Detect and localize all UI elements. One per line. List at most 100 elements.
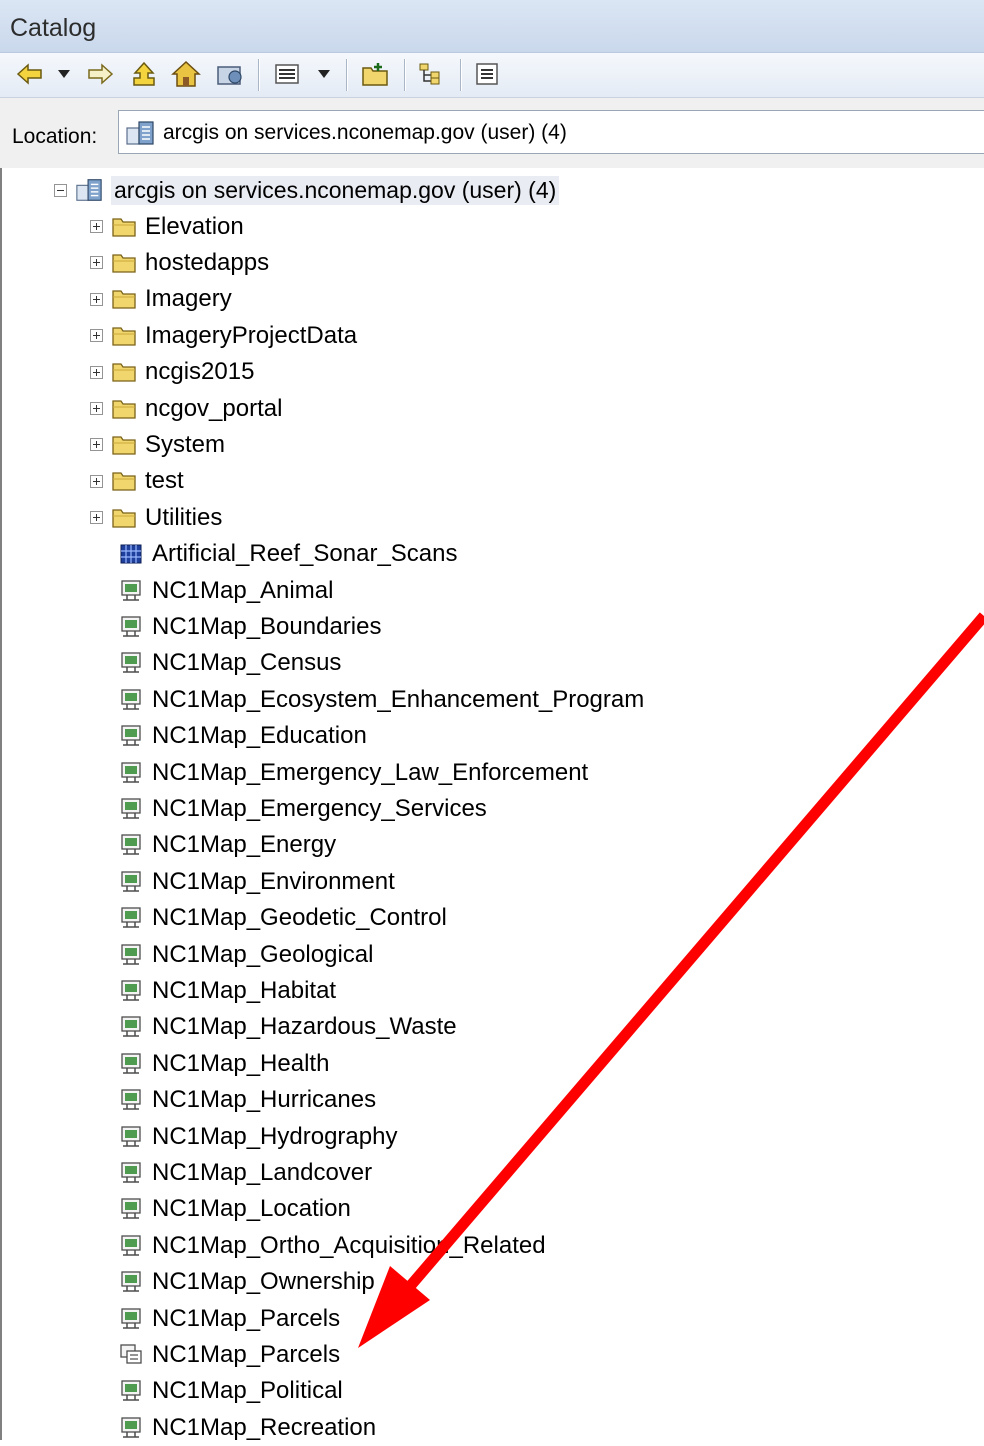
map-service-icon (121, 725, 141, 746)
expand-toggle[interactable] (90, 365, 103, 379)
expand-toggle[interactable] (90, 438, 103, 452)
tree-item-label: ncgov_portal (145, 394, 283, 422)
expand-toggle[interactable] (90, 256, 103, 270)
tree-service-nc1map-hydrography[interactable]: NC1Map_Hydrography (118, 1119, 397, 1155)
toolbar-separator (346, 59, 348, 91)
map-service-icon (121, 1380, 141, 1402)
tree-item-label: NC1Map_Ownership (152, 1268, 375, 1296)
folder-icon (112, 436, 136, 455)
map-service-icon (121, 1089, 141, 1110)
map-service-icon (121, 1125, 141, 1147)
tree-service-nc1map-energy[interactable]: NC1Map_Energy (118, 827, 336, 863)
tree-folder-imagery[interactable]: Imagery (90, 281, 232, 317)
toolbar-separator (404, 59, 406, 91)
back-icon[interactable] (14, 59, 46, 89)
tree-item-label: NC1Map_Education (152, 722, 367, 750)
tree-service-nc1map-hazardous-waste[interactable]: NC1Map_Hazardous_Waste (118, 1009, 457, 1045)
tree-item-label: NC1Map_Census (152, 649, 342, 677)
tree-service-nc1map-education[interactable]: NC1Map_Education (118, 718, 367, 754)
tree-service-nc1map-emergency-law-enforcement[interactable]: NC1Map_Emergency_Law_Enforcement (118, 755, 588, 791)
tree-item-label: NC1Map_Political (152, 1377, 343, 1405)
home-icon[interactable] (170, 59, 202, 89)
tree-item-label: NC1Map_Hurricanes (152, 1086, 377, 1114)
toggle-tree-icon[interactable] (414, 59, 448, 89)
tree-service-nc1map-location[interactable]: NC1Map_Location (118, 1191, 351, 1227)
tree-service-nc1map-landcover[interactable]: NC1Map_Landcover (118, 1155, 372, 1191)
tree-item-label: NC1Map_Parcels (152, 1304, 341, 1332)
folder-icon (112, 363, 136, 382)
tree-service-nc1map-geodetic-control[interactable]: NC1Map_Geodetic_Control (118, 900, 447, 936)
tree-service-nc1map-ownership[interactable]: NC1Map_Ownership (118, 1264, 375, 1300)
tree-item-label: NC1Map_Ortho_Acquisition_Related (152, 1231, 546, 1259)
tree-item-label: NC1Map_Habitat (152, 976, 337, 1004)
tree-folder-test[interactable]: test (90, 463, 184, 499)
location-field[interactable]: arcgis on services.nconemap.gov (user) (… (118, 110, 984, 154)
collapse-toggle[interactable] (54, 183, 67, 197)
tree-service-nc1map-census[interactable]: NC1Map_Census (118, 645, 341, 681)
tree-item-label: ncgis2015 (145, 358, 255, 386)
tree-service-nc1map-parcels[interactable]: NC1Map_Parcels (118, 1301, 340, 1337)
location-value: arcgis on services.nconemap.gov (user) (… (163, 121, 567, 144)
tree-service-nc1map-environment[interactable]: NC1Map_Environment (118, 864, 395, 900)
tree-root-node[interactable]: arcgis on services.nconemap.gov (user) (… (54, 172, 560, 208)
map-service-icon (121, 834, 141, 856)
expand-toggle[interactable] (90, 511, 103, 525)
forward-icon[interactable] (84, 59, 116, 89)
tree-service-nc1map-geological[interactable]: NC1Map_Geological (118, 937, 373, 973)
tree-item-label: test (145, 467, 184, 495)
views-icon[interactable] (270, 59, 304, 89)
tree-service-nc1map-ecosystem-enhancement-program[interactable]: NC1Map_Ecosystem_Enhancement_Program (118, 682, 644, 718)
expand-toggle[interactable] (90, 474, 103, 488)
folder-icon (112, 290, 136, 309)
tree-service-nc1map-hurricanes[interactable]: NC1Map_Hurricanes (118, 1082, 376, 1118)
tree-item-label: NC1Map_Hazardous_Waste (152, 1013, 457, 1041)
views-dropdown-icon[interactable] (312, 59, 336, 89)
map-service-icon (121, 1198, 141, 1220)
up-one-level-icon[interactable] (128, 59, 160, 89)
catalog-tree[interactable]: arcgis on services.nconemap.gov (user) (… (0, 168, 984, 1441)
tree-service-nc1map-political[interactable]: NC1Map_Political (118, 1373, 343, 1409)
dropdown-arrow-icon[interactable] (54, 59, 74, 89)
tree-service-nc1map-boundaries[interactable]: NC1Map_Boundaries (118, 609, 381, 645)
tree-service-nc1map-ortho-acquisition-related[interactable]: NC1Map_Ortho_Acquisition_Related (118, 1228, 546, 1264)
tree-item-label: NC1Map_Location (152, 1195, 351, 1223)
options-icon[interactable] (470, 59, 504, 89)
folder-icon (112, 327, 136, 346)
tree-folder-imageryprojectdata[interactable]: ImageryProjectData (90, 318, 357, 354)
map-service-icon (121, 579, 141, 601)
tree-service-nc1map-recreation[interactable]: NC1Map_Recreation (118, 1410, 376, 1446)
connect-folder-icon[interactable] (214, 59, 246, 89)
tree-root-label: arcgis on services.nconemap.gov (user) (… (111, 175, 560, 205)
tree-image-service-artificial-reef-sonar-scans[interactable]: Artificial_Reef_Sonar_Scans (118, 536, 458, 572)
tree-service-nc1map-animal[interactable]: NC1Map_Animal (118, 573, 333, 609)
map-service-icon (121, 616, 141, 637)
tree-service-nc1map-emergency-services[interactable]: NC1Map_Emergency_Services (118, 791, 487, 827)
tree-item-label: hostedapps (145, 248, 270, 276)
catalog-toolbar (0, 53, 984, 98)
tree-service-nc1map-habitat[interactable]: NC1Map_Habitat (118, 973, 336, 1009)
tree-folder-elevation[interactable]: Elevation (90, 209, 244, 245)
expand-toggle[interactable] (90, 329, 103, 343)
tree-folder-system[interactable]: System (90, 427, 225, 463)
map-service-icon (121, 1417, 141, 1438)
expand-toggle[interactable] (90, 402, 103, 415)
tree-service-nc1map-health[interactable]: NC1Map_Health (118, 1046, 329, 1082)
tree-folder-ncgis2015[interactable]: ncgis2015 (90, 354, 254, 390)
folder-icon (112, 472, 136, 491)
expand-toggle[interactable] (90, 220, 103, 233)
location-label: Location: (12, 125, 98, 148)
tree-item-label: NC1Map_Geodetic_Control (152, 904, 447, 932)
tree-service-nc1map-parcels-feature[interactable]: NC1Map_Parcels (118, 1337, 340, 1373)
expand-toggle[interactable] (90, 292, 103, 306)
map-service-icon (121, 871, 141, 892)
map-service-icon (121, 1053, 141, 1074)
new-folder-icon[interactable] (358, 59, 392, 89)
tree-folder-ncgov-portal[interactable]: ncgov_portal (90, 391, 282, 427)
tree-folder-utilities[interactable]: Utilities (90, 500, 222, 536)
map-service-icon (121, 943, 141, 965)
tree-item-label: NC1Map_Hydrography (152, 1122, 398, 1150)
tree-item-label: NC1Map_Ecosystem_Enhancement_Program (152, 685, 645, 713)
folder-icon (112, 509, 136, 528)
tree-item-label: NC1Map_Boundaries (152, 612, 382, 640)
tree-folder-hostedapps[interactable]: hostedapps (90, 245, 269, 281)
